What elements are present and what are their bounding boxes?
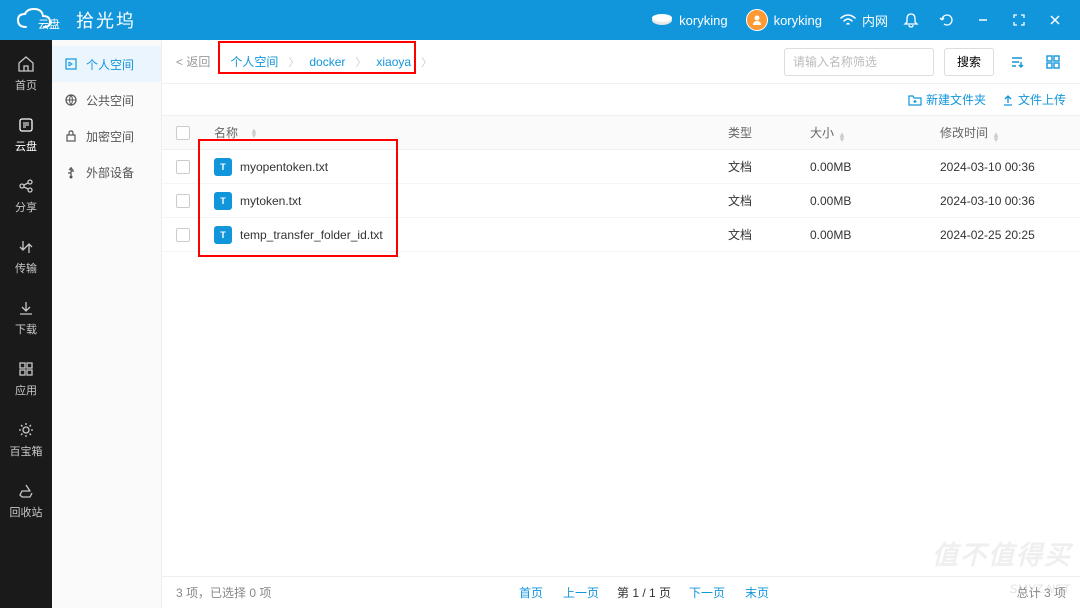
breadcrumb-1[interactable]: docker — [303, 55, 351, 69]
rail-transfer[interactable]: 传输 — [0, 233, 52, 280]
search-input[interactable] — [784, 48, 934, 76]
app-logo: 云盘 — [14, 7, 84, 33]
sidebar-item-external[interactable]: 外部设备 — [52, 154, 161, 190]
sort-icon: ▲▼ — [250, 128, 258, 138]
folder-plus-icon — [908, 94, 922, 106]
txt-file-icon: T — [214, 226, 232, 244]
user-name: koryking — [774, 13, 822, 28]
sidebar: 个人空间 公共空间 加密空间 外部设备 — [52, 40, 162, 608]
refresh-icon[interactable] — [934, 7, 960, 33]
col-header-size[interactable]: 大小▲▼ — [810, 124, 940, 142]
user-menu[interactable]: koryking — [746, 9, 822, 31]
upload-icon — [1002, 94, 1014, 106]
device-selector[interactable]: koryking — [651, 13, 727, 28]
rail-download[interactable]: 下载 — [0, 294, 52, 341]
wifi-icon — [840, 14, 856, 26]
col-header-name[interactable]: 名称▲▼ — [206, 124, 728, 141]
upload-button[interactable]: 文件上传 — [1002, 91, 1066, 108]
action-bar: 新建文件夹 文件上传 — [162, 84, 1080, 116]
file-name: temp_transfer_folder_id.txt — [240, 228, 383, 242]
back-button[interactable]: < 返回 — [176, 53, 210, 70]
table-row[interactable]: Ttemp_transfer_folder_id.txt 文档 0.00MB 2… — [162, 218, 1080, 252]
public-icon — [64, 93, 78, 107]
select-all-checkbox[interactable] — [176, 126, 190, 140]
page-last[interactable]: 末页 — [745, 584, 769, 601]
close-button[interactable] — [1042, 7, 1068, 33]
chevron-right-icon: 〉 — [288, 54, 299, 70]
toolbar: < 返回 个人空间 〉 docker 〉 xiaoya 〉 搜索 — [162, 40, 1080, 84]
usb-icon — [64, 165, 78, 179]
search-button[interactable]: 搜索 — [944, 48, 994, 76]
rail-cloud[interactable]: 云盘 — [0, 111, 52, 158]
rail-recycle[interactable]: 回收站 — [0, 477, 52, 524]
col-header-type[interactable]: 类型 — [728, 124, 810, 141]
table-header: 名称▲▼ 类型 大小▲▼ 修改时间▲▼ — [162, 116, 1080, 150]
table-row[interactable]: Tmyopentoken.txt 文档 0.00MB 2024-03-10 00… — [162, 150, 1080, 184]
sort-icon: ▲▼ — [992, 132, 1000, 142]
network-label: 内网 — [862, 11, 888, 30]
sort-toggle-button[interactable] — [1004, 49, 1030, 75]
row-checkbox[interactable] — [176, 160, 190, 174]
col-header-time[interactable]: 修改时间▲▼ — [940, 124, 1066, 142]
page-next[interactable]: 下一页 — [689, 584, 725, 601]
footer: 3 项，已选择 0 项 首页 上一页 第 1 / 1 页 下一页 末页 总计 3… — [162, 576, 1080, 608]
file-type: 文档 — [728, 158, 810, 175]
file-size: 0.00MB — [810, 194, 940, 208]
txt-file-icon: T — [214, 158, 232, 176]
breadcrumb-0[interactable]: 个人空间 — [224, 53, 284, 70]
maximize-button[interactable] — [1006, 7, 1032, 33]
sidebar-item-encrypted[interactable]: 加密空间 — [52, 118, 161, 154]
nav-rail: 首页 云盘 分享 传输 下载 应用 百宝箱 回收站 — [0, 40, 52, 608]
notification-icon[interactable] — [898, 7, 924, 33]
personal-icon — [64, 57, 78, 71]
new-folder-button[interactable]: 新建文件夹 — [908, 91, 986, 108]
rail-home[interactable]: 首页 — [0, 50, 52, 97]
table-row[interactable]: Tmytoken.txt 文档 0.00MB 2024-03-10 00:36 — [162, 184, 1080, 218]
logo-sub: 云盘 — [38, 16, 60, 32]
txt-file-icon: T — [214, 192, 232, 210]
selection-status: 3 项，已选择 0 项 — [176, 584, 271, 601]
network-status[interactable]: 内网 — [840, 11, 888, 30]
main-panel: < 返回 个人空间 〉 docker 〉 xiaoya 〉 搜索 新建文件夹 文… — [162, 40, 1080, 608]
file-type: 文档 — [728, 192, 810, 209]
rail-apps[interactable]: 应用 — [0, 355, 52, 402]
sidebar-item-public[interactable]: 公共空间 — [52, 82, 161, 118]
row-checkbox[interactable] — [176, 194, 190, 208]
page-first[interactable]: 首页 — [519, 584, 543, 601]
chevron-right-icon: 〉 — [355, 54, 366, 70]
sort-icon: ▲▼ — [838, 132, 846, 142]
minimize-button[interactable] — [970, 7, 996, 33]
total-count: 总计 3 项 — [1017, 584, 1066, 601]
logo-main: 拾光坞 — [76, 7, 136, 33]
file-type: 文档 — [728, 226, 810, 243]
file-size: 0.00MB — [810, 228, 940, 242]
breadcrumb-2[interactable]: xiaoya — [370, 55, 417, 69]
sidebar-item-personal[interactable]: 个人空间 — [52, 46, 161, 82]
file-time: 2024-03-10 00:36 — [940, 160, 1066, 174]
page-current: 第 1 / 1 页 — [617, 584, 671, 601]
avatar — [746, 9, 768, 31]
lock-icon — [64, 129, 78, 143]
device-icon — [651, 13, 673, 27]
view-toggle-button[interactable] — [1040, 49, 1066, 75]
file-time: 2024-02-25 20:25 — [940, 228, 1066, 242]
chevron-right-icon: 〉 — [421, 54, 432, 70]
file-time: 2024-03-10 00:36 — [940, 194, 1066, 208]
rail-share[interactable]: 分享 — [0, 172, 52, 219]
titlebar: 云盘 拾光坞 koryking koryking 内网 — [0, 0, 1080, 40]
file-name: myopentoken.txt — [240, 160, 328, 174]
file-name: mytoken.txt — [240, 194, 301, 208]
file-size: 0.00MB — [810, 160, 940, 174]
device-name: koryking — [679, 13, 727, 28]
row-checkbox[interactable] — [176, 228, 190, 242]
page-prev[interactable]: 上一页 — [563, 584, 599, 601]
rail-toolbox[interactable]: 百宝箱 — [0, 416, 52, 463]
